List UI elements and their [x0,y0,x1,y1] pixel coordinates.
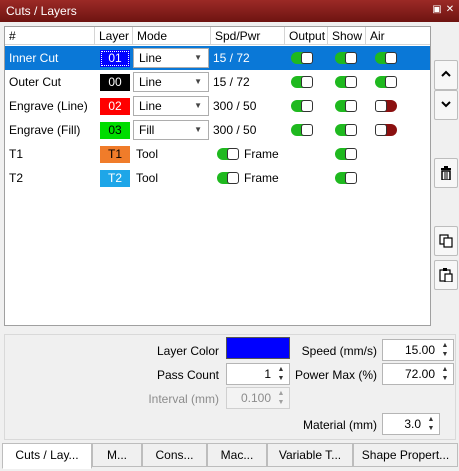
speed-power: 15 / 72 [213,75,250,89]
mode-dropdown[interactable]: Fill ▼ [133,120,209,140]
output-toggle[interactable] [291,100,313,112]
table-row[interactable]: Engrave (Line) 02 Line ▼ 300 / 50 [5,94,430,118]
layer-swatch[interactable]: 01 [100,50,130,67]
copy-icon [439,234,453,248]
stepper-arrows-icon[interactable]: ▲ ▼ [439,365,451,383]
air-toggle[interactable] [375,124,397,136]
table-row[interactable]: T1 T1 Tool Frame [5,142,430,166]
layer-swatch[interactable]: T2 [100,170,130,187]
show-toggle[interactable] [335,100,357,112]
table-row[interactable]: T2 T2 Tool Frame [5,166,430,190]
layer-name: Inner Cut [9,51,59,65]
air-toggle[interactable] [375,52,397,64]
pass-count-label: Pass Count [156,368,219,382]
material-label: Material (mm) [303,418,377,432]
frame-label: Frame [244,171,279,185]
close-icon[interactable]: ✕ [444,4,456,16]
tab-variable-text[interactable]: Variable T... [267,443,353,467]
col-header-show[interactable]: Show [328,27,366,45]
table-header: # Layer Mode Spd/Pwr Output Show Air [5,27,430,45]
show-toggle[interactable] [335,124,357,136]
delete-button[interactable] [434,158,458,188]
layer-name: T1 [9,147,24,161]
paste-icon [439,268,453,283]
layer-swatch[interactable]: T1 [100,146,130,163]
layer-color-picker[interactable] [226,337,290,359]
chevron-down-icon [441,101,451,108]
stepper-arrows-icon[interactable]: ▲ ▼ [439,341,451,359]
trash-icon [441,166,451,181]
float-icon[interactable]: ▣ [431,4,443,16]
air-toggle[interactable] [375,76,397,88]
show-toggle[interactable] [335,148,357,160]
move-down-button[interactable] [434,90,458,120]
table-row[interactable]: Engrave (Fill) 03 Fill ▼ 300 / 50 [5,118,430,142]
tab-shape-properties[interactable]: Shape Propert... [353,443,458,467]
show-toggle[interactable] [335,76,357,88]
chevron-down-icon: ▼ [194,77,202,86]
layer-properties-panel: Layer Color Pass Count 1 ▲ ▼ Interval (mm… [4,334,456,440]
tab-bar: Cuts / Lay... M... Cons... Mac... Variab… [0,443,459,471]
layer-swatch[interactable]: 02 [100,98,130,115]
interval-input[interactable]: 0.100 ▲ ▼ [226,387,290,409]
table-row[interactable]: Outer Cut 00 Line ▼ 15 / 72 [5,70,430,94]
col-header-mode[interactable]: Mode [133,27,211,45]
tab-machine[interactable]: Mac... [207,443,267,467]
table-row[interactable]: Inner Cut 01 Line ▼ 15 / 72 [5,46,430,70]
chevron-down-icon: ▼ [194,125,202,134]
layer-color-label: Layer Color [156,344,219,358]
frame-toggle[interactable] [217,148,239,160]
window-titlebar: Cuts / Layers ▣ ✕ [0,0,459,22]
paste-button[interactable] [434,260,458,290]
air-toggle[interactable] [375,100,397,112]
speed-power: 15 / 72 [213,51,250,65]
layer-name: Engrave (Line) [9,99,88,113]
chevron-down-icon: ▼ [194,101,202,110]
frame-toggle[interactable] [217,172,239,184]
mode-dropdown[interactable]: Line ▼ [133,48,209,68]
layer-swatch[interactable]: 00 [100,74,130,91]
power-max-label: Power Max (%) [294,368,377,382]
stepper-arrows-icon[interactable]: ▲ ▼ [275,389,287,407]
window-title: Cuts / Layers [6,4,77,18]
chevron-down-icon: ▼ [194,53,202,62]
show-toggle[interactable] [335,52,357,64]
stepper-arrows-icon[interactable]: ▲ ▼ [425,415,437,433]
material-input[interactable]: 3.0 ▲ ▼ [382,413,440,435]
chevron-up-icon [441,70,451,77]
tab-cuts-layers[interactable]: Cuts / Lay... [2,443,92,469]
layer-swatch[interactable]: 03 [100,122,130,139]
mode-dropdown[interactable]: Line ▼ [133,96,209,116]
output-toggle[interactable] [291,76,313,88]
power-max-input[interactable]: 72.00 ▲ ▼ [382,363,454,385]
col-header-spdpwr[interactable]: Spd/Pwr [211,27,285,45]
layer-name: T2 [9,171,24,185]
tab-move[interactable]: M... [92,443,142,467]
layer-name: Engrave (Fill) [9,123,81,137]
pass-count-input[interactable]: 1 ▲ ▼ [226,363,290,385]
col-header-air[interactable]: Air [366,27,430,45]
col-header-output[interactable]: Output [285,27,328,45]
show-toggle[interactable] [335,172,357,184]
mode-label: Tool [136,171,159,185]
col-header-layer[interactable]: Layer [95,27,133,45]
layers-table: # Layer Mode Spd/Pwr Output Show Air Inn… [4,26,431,326]
stepper-arrows-icon[interactable]: ▲ ▼ [275,365,287,383]
speed-power: 300 / 50 [213,99,257,113]
move-up-button[interactable] [434,60,458,90]
tab-console[interactable]: Cons... [142,443,207,467]
mode-dropdown[interactable]: Line ▼ [133,72,209,92]
col-header-index[interactable]: # [5,27,95,45]
speed-label: Speed (mm/s) [301,344,377,358]
output-toggle[interactable] [291,124,313,136]
mode-label: Tool [136,147,159,161]
output-toggle[interactable] [291,52,313,64]
copy-button[interactable] [434,226,458,256]
frame-label: Frame [244,147,279,161]
layer-name: Outer Cut [9,75,62,89]
speed-input[interactable]: 15.00 ▲ ▼ [382,339,454,361]
speed-power: 300 / 50 [213,123,257,137]
interval-label: Interval (mm) [148,392,219,406]
